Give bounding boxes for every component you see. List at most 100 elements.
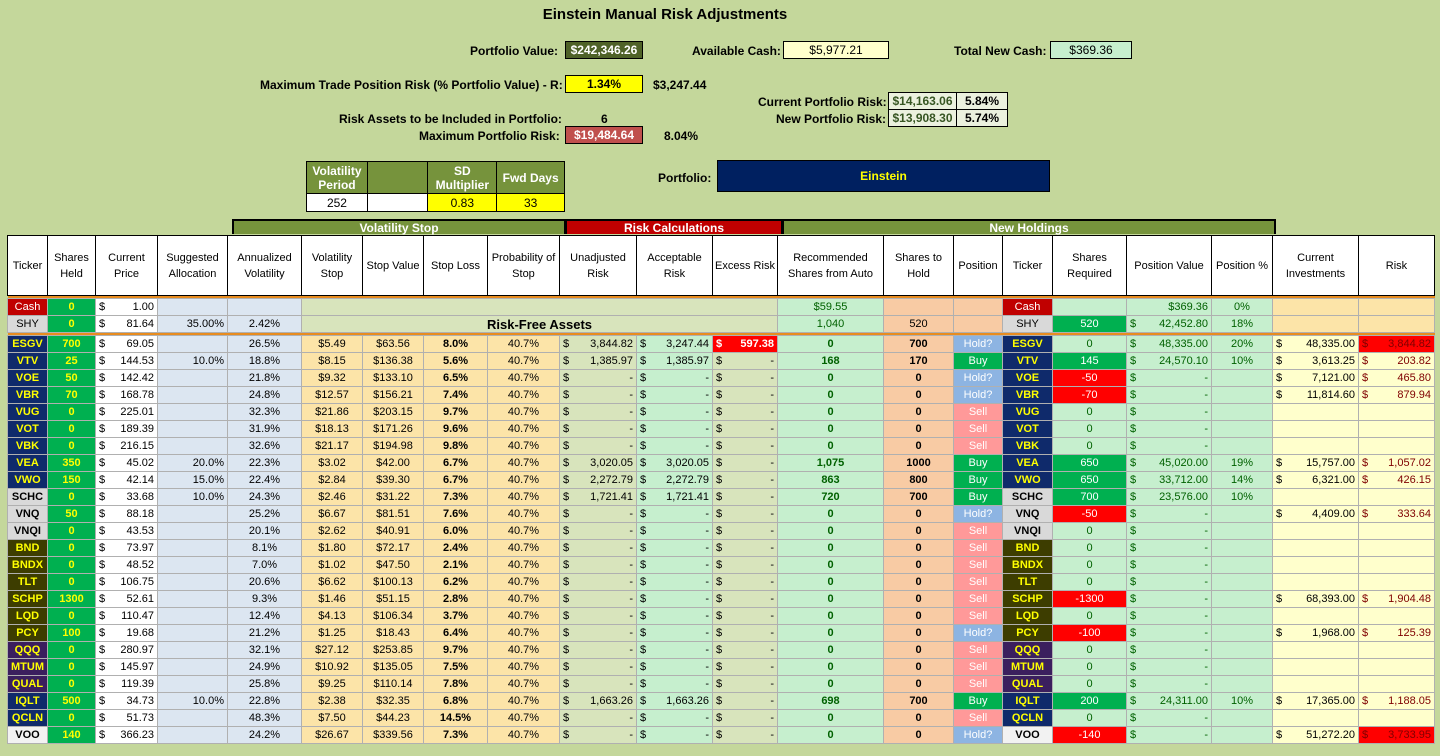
- dollar-cell[interactable]: $ -: [712, 505, 778, 523]
- dollar-cell[interactable]: $ -: [1126, 386, 1212, 404]
- dollar-cell[interactable]: $33,712.00: [1126, 471, 1212, 489]
- allocation[interactable]: [157, 573, 228, 591]
- shares-held[interactable]: 0: [47, 488, 96, 506]
- dollar-cell[interactable]: $125.39: [1358, 624, 1435, 642]
- column-header[interactable]: Position: [953, 235, 1003, 296]
- dollar-cell[interactable]: $45,020.00: [1126, 454, 1212, 472]
- shares-to-hold[interactable]: 0: [883, 556, 954, 574]
- position-action[interactable]: Sell: [953, 437, 1003, 455]
- ticker-cell[interactable]: QCLN: [7, 709, 48, 727]
- dollar-cell[interactable]: $ -: [559, 675, 637, 693]
- dollar-cell[interactable]: $144.53: [95, 352, 158, 370]
- dollar-cell[interactable]: $ -: [712, 573, 778, 591]
- dollar-cell[interactable]: $1,385.97: [636, 352, 713, 370]
- dollar-cell[interactable]: $ -: [636, 675, 713, 693]
- allocation[interactable]: [157, 624, 228, 642]
- column-header[interactable]: Position %: [1211, 235, 1273, 296]
- position-action[interactable]: Sell: [953, 420, 1003, 438]
- shares-to-hold[interactable]: 1000: [883, 454, 954, 472]
- dollar-cell[interactable]: $ -: [636, 437, 713, 455]
- volatility-period-value[interactable]: 252: [306, 193, 368, 212]
- dollar-cell[interactable]: $ -: [636, 590, 713, 608]
- allocation[interactable]: [157, 658, 228, 676]
- ticker-cell[interactable]: BND: [7, 539, 48, 557]
- dollar-cell[interactable]: $24,570.10: [1126, 352, 1212, 370]
- allocation[interactable]: [157, 420, 228, 438]
- shares-held[interactable]: 0: [47, 437, 96, 455]
- dollar-cell[interactable]: $ -: [1126, 607, 1212, 625]
- ticker-cell[interactable]: SCHP: [7, 590, 48, 608]
- shares-to-hold[interactable]: 0: [883, 420, 954, 438]
- dollar-cell[interactable]: $2,272.79: [559, 471, 637, 489]
- shares-held[interactable]: 50: [47, 505, 96, 523]
- dollar-cell[interactable]: $3,733.95: [1358, 726, 1435, 744]
- dollar-cell[interactable]: $ -: [636, 624, 713, 642]
- dollar-cell[interactable]: $216.15: [95, 437, 158, 455]
- ticker-cell[interactable]: VWO: [7, 471, 48, 489]
- dollar-cell[interactable]: $23,576.00: [1126, 488, 1212, 506]
- dollar-cell[interactable]: $ -: [712, 709, 778, 727]
- shares-to-hold[interactable]: 0: [883, 369, 954, 387]
- shares-held[interactable]: 0: [47, 573, 96, 591]
- shares-to-hold[interactable]: 0: [883, 641, 954, 659]
- dollar-cell[interactable]: $ -: [636, 573, 713, 591]
- dollar-cell[interactable]: $225.01: [95, 403, 158, 421]
- dollar-cell[interactable]: $ -: [1126, 556, 1212, 574]
- dollar-cell[interactable]: $203.82: [1358, 352, 1435, 370]
- dollar-cell[interactable]: $ -: [559, 539, 637, 557]
- column-header[interactable]: Shares to Hold: [883, 235, 954, 296]
- dollar-cell[interactable]: $3,020.05: [636, 454, 713, 472]
- dollar-cell[interactable]: $ -: [1126, 726, 1212, 744]
- column-header[interactable]: Acceptable Risk: [636, 235, 713, 296]
- dollar-cell[interactable]: $11,814.60: [1272, 386, 1359, 404]
- dollar-cell[interactable]: $ -: [559, 403, 637, 421]
- dollar-cell[interactable]: $73.97: [95, 539, 158, 557]
- dollar-cell[interactable]: $51.73: [95, 709, 158, 727]
- position-action[interactable]: Hold?: [953, 505, 1003, 523]
- max-trade-pct[interactable]: 1.34%: [565, 75, 643, 93]
- dollar-cell[interactable]: $ -: [559, 709, 637, 727]
- column-header[interactable]: Probability of Stop: [487, 235, 560, 296]
- position-action[interactable]: Buy: [953, 692, 1003, 710]
- ticker-cell[interactable]: IQLT: [7, 692, 48, 710]
- shares-to-hold[interactable]: 0: [883, 675, 954, 693]
- dollar-cell[interactable]: $ -: [712, 539, 778, 557]
- allocation[interactable]: 35.00%: [157, 315, 228, 333]
- column-header[interactable]: Suggested Allocation: [157, 235, 228, 296]
- dollar-cell[interactable]: $1,188.05: [1358, 692, 1435, 710]
- dollar-cell[interactable]: $ -: [636, 556, 713, 574]
- column-header[interactable]: Current Investments: [1272, 235, 1359, 296]
- shares-held[interactable]: 0: [47, 556, 96, 574]
- dollar-cell[interactable]: $ -: [559, 624, 637, 642]
- position-action[interactable]: Sell: [953, 709, 1003, 727]
- position-action[interactable]: Buy: [953, 352, 1003, 370]
- position-action[interactable]: Sell: [953, 641, 1003, 659]
- dollar-cell[interactable]: $ -: [712, 522, 778, 540]
- dollar-cell[interactable]: $3,844.82: [559, 335, 637, 353]
- ticker-cell[interactable]: VTV: [7, 352, 48, 370]
- dollar-cell[interactable]: $34.73: [95, 692, 158, 710]
- dollar-cell[interactable]: $ -: [636, 386, 713, 404]
- dollar-cell[interactable]: $15,757.00: [1272, 454, 1359, 472]
- dollar-cell[interactable]: $366.23: [95, 726, 158, 744]
- column-header[interactable]: Recommended Shares from Auto: [777, 235, 884, 296]
- dollar-cell[interactable]: $ -: [712, 471, 778, 489]
- allocation[interactable]: [157, 641, 228, 659]
- position-action[interactable]: Hold?: [953, 726, 1003, 744]
- dollar-cell[interactable]: $ -: [559, 386, 637, 404]
- ticker-cell[interactable]: TLT: [7, 573, 48, 591]
- dollar-cell[interactable]: $ -: [636, 369, 713, 387]
- shares-to-hold[interactable]: 170: [883, 352, 954, 370]
- dollar-cell[interactable]: $ -: [559, 726, 637, 744]
- dollar-cell[interactable]: $ -: [559, 607, 637, 625]
- shares-held[interactable]: 0: [47, 641, 96, 659]
- position-action[interactable]: Sell: [953, 556, 1003, 574]
- dollar-cell[interactable]: $ -: [1126, 505, 1212, 523]
- column-header[interactable]: Annualized Volatility: [227, 235, 302, 296]
- dollar-cell[interactable]: $879.94: [1358, 386, 1435, 404]
- dollar-cell[interactable]: $ -: [1126, 369, 1212, 387]
- dollar-cell[interactable]: $3,613.25: [1272, 352, 1359, 370]
- dollar-cell[interactable]: $ -: [712, 726, 778, 744]
- position-action[interactable]: Sell: [953, 573, 1003, 591]
- dollar-cell[interactable]: $ -: [1126, 590, 1212, 608]
